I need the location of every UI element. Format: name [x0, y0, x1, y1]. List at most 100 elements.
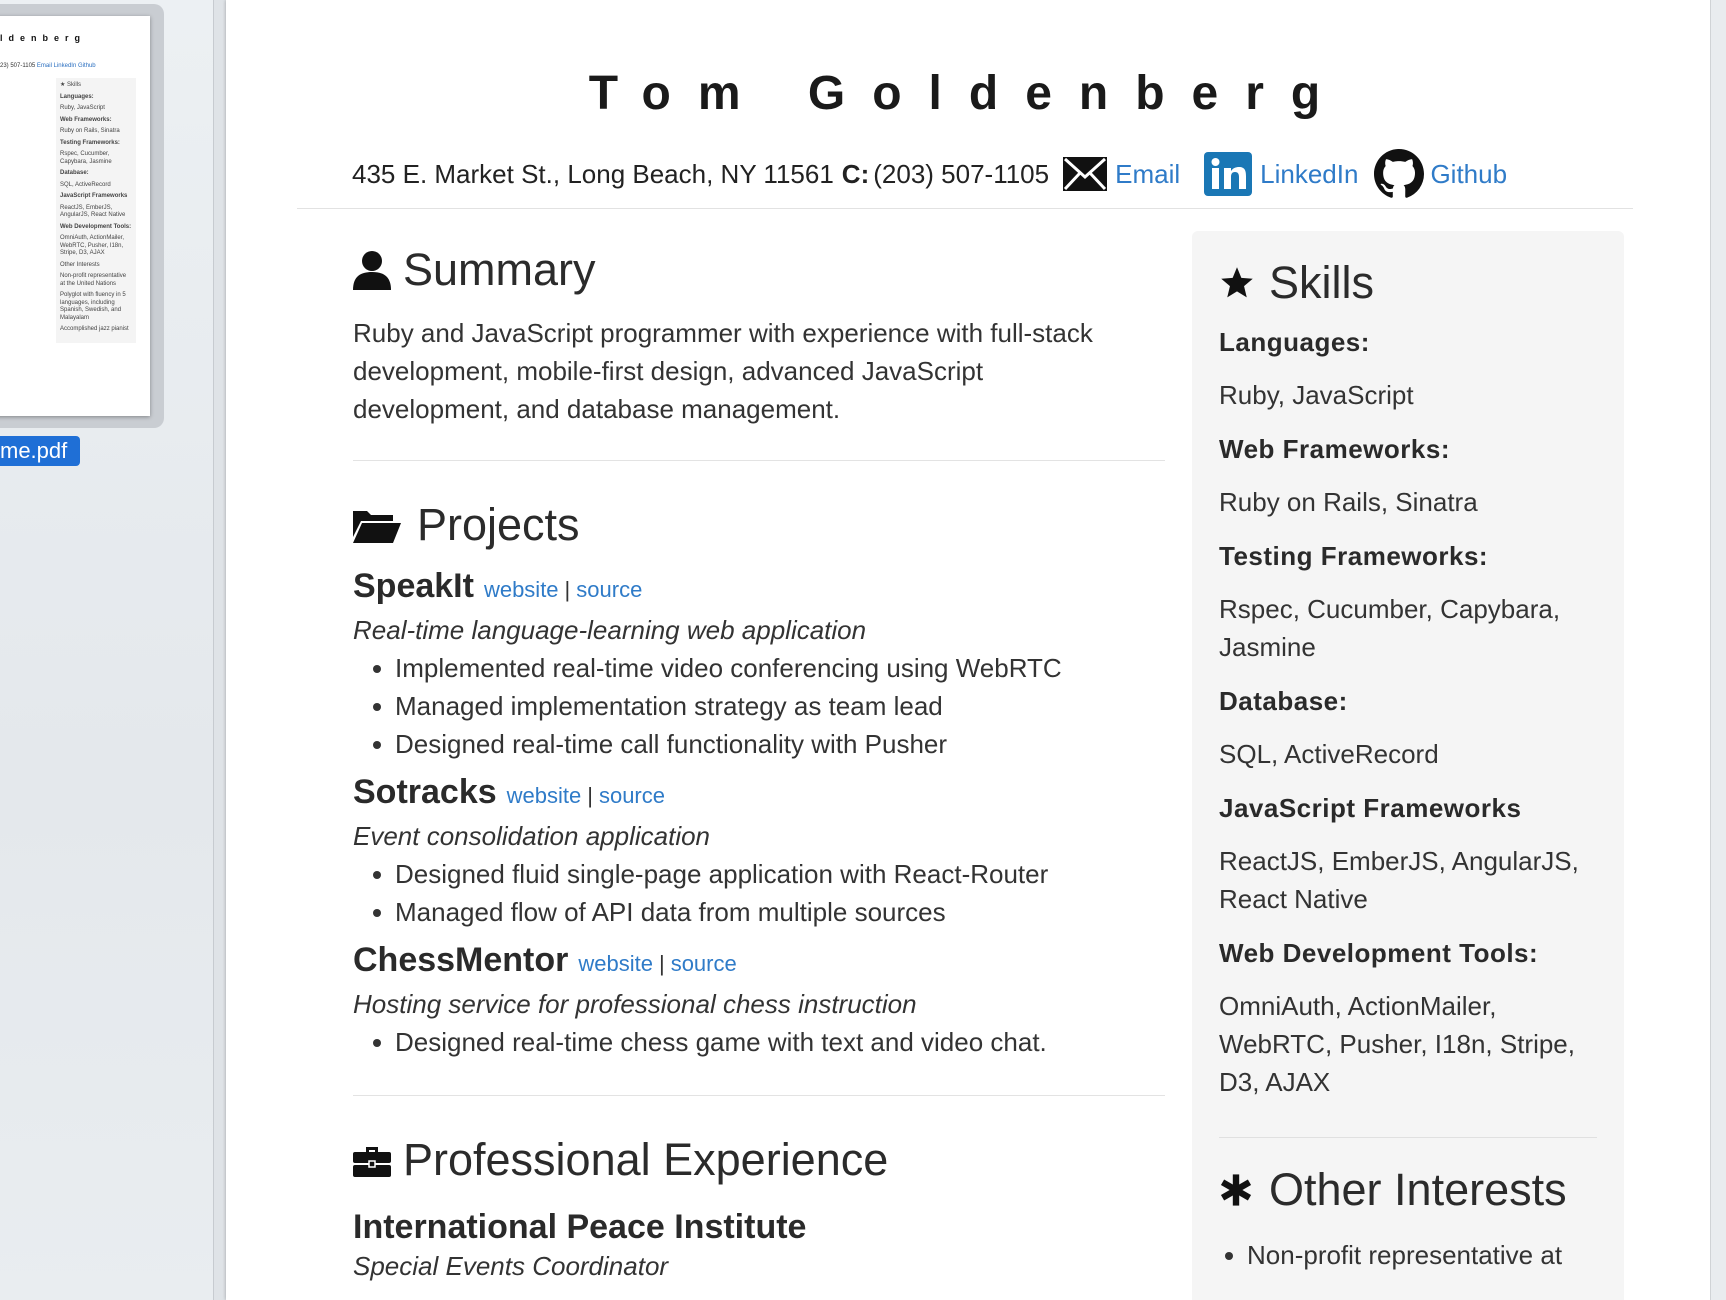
thumbnail-title: ldenberg — [0, 33, 87, 43]
thumbnail-skill-line: Testing Frameworks: — [60, 139, 120, 146]
thumbnail-skill-line: Languages: — [60, 93, 94, 100]
project-bullets: Implemented real-time video conferencing… — [367, 649, 1165, 763]
thumbnail-interest-line: Non-profit representative at the United … — [60, 273, 127, 287]
thumbnail-contact: 23) 507-1105 Email LinkedIn Github — [0, 63, 96, 69]
main-column: Summary Ruby and JavaScript programmer w… — [353, 240, 1165, 1282]
skill-value: Rspec, Cucumber, Capybara, Jasmine — [1219, 594, 1561, 662]
header-divider — [297, 208, 1633, 209]
thumbnail-link-email: Email — [36, 63, 52, 69]
page-thumbnail[interactable]: ldenberg 23) 507-1105 Email LinkedIn Git… — [0, 16, 150, 416]
project-title-row: Sotracks website | source — [353, 773, 1165, 817]
thumbnail-link-github: Github — [77, 63, 96, 69]
resume-name: Tom Goldenberg — [588, 67, 1348, 120]
project-title-row: SpeakIt website | source — [353, 567, 1165, 611]
github-icon — [1374, 149, 1425, 199]
project-description: Event consolidation application — [353, 821, 711, 851]
github-link[interactable]: Github — [1430, 159, 1507, 190]
project-description: Real-time language-learning web applicat… — [353, 615, 867, 645]
thumbnail-skill-line: Database: — [60, 170, 89, 176]
project-source-link[interactable]: source — [576, 577, 642, 603]
asterisk-icon — [1219, 1173, 1269, 1207]
link-separator: | — [564, 577, 571, 602]
thumbnail-skill-line: Rspec, Cucumber, Capybara, Jasmine — [60, 151, 112, 165]
thumbnail-skill-line: Ruby on Rails, Sinatra — [60, 128, 120, 134]
skill-value: SQL, ActiveRecord — [1219, 739, 1439, 769]
project-bullets: Designed real-time chess game with text … — [367, 1023, 1165, 1061]
briefcase-icon — [353, 1143, 403, 1177]
projects-heading-text: Projects — [417, 499, 580, 550]
list-item: Designed fluid single-page application w… — [367, 855, 1165, 893]
thumbnail-sidebar: ldenberg 23) 507-1105 Email LinkedIn Git… — [0, 0, 214, 1300]
skill-value: OmniAuth, ActionMailer, WebRTC, Pusher, … — [1219, 991, 1575, 1097]
thumbnail-link-linkedin: LinkedIn — [53, 63, 77, 69]
list-item: Non-profit representative at — [1219, 1236, 1597, 1274]
skill-label: Web Frameworks: — [1219, 434, 1450, 464]
project-source-link[interactable]: source — [671, 951, 737, 977]
skill-value: Ruby, JavaScript — [1219, 380, 1414, 410]
project-website-link[interactable]: website — [507, 783, 582, 809]
project-name: Sotracks — [353, 773, 497, 811]
email-link[interactable]: Email — [1115, 159, 1180, 190]
interests-heading-text: Other Interests — [1269, 1164, 1567, 1215]
user-icon — [353, 250, 403, 290]
skills-sidebar: Skills Languages: Ruby, JavaScript Web F… — [1192, 231, 1624, 1300]
interests-list: Non-profit representative at — [1219, 1236, 1597, 1274]
link-separator: | — [587, 783, 593, 808]
folder-open-icon — [353, 507, 417, 543]
project-title-row: ChessMentor website | source — [353, 941, 1165, 985]
contact-line: 435 E. Market St., Long Beach, NY 11561 … — [352, 149, 1507, 198]
thumbnail-skill-line: Web Frameworks: — [60, 116, 112, 123]
thumbnail-skill-line: ReactJS, EmberJS, AngularJS, React Nativ… — [60, 204, 126, 219]
job-employer: International Peace Institute — [353, 1208, 807, 1246]
phone-number: (203) 507-1105 — [873, 158, 1050, 189]
thumbnail-skill-line: Web Development Tools: — [60, 223, 132, 230]
scrollbar-track[interactable] — [1710, 0, 1726, 1300]
summary-text: Ruby and JavaScript programmer with expe… — [353, 318, 1093, 424]
address: 435 E. Market St., Long Beach, NY 11561 — [352, 158, 834, 189]
projects-heading: Projects — [353, 495, 1165, 555]
thumbnail-skill-line: SQL, ActiveRecord — [60, 181, 111, 188]
skill-label: Database: — [1219, 686, 1348, 716]
list-item: Implemented real-time video conferencing… — [367, 649, 1165, 687]
skill-label: Testing Frameworks: — [1219, 541, 1489, 571]
summary-heading-text: Summary — [403, 244, 596, 295]
thumbnail-skill-line: JavaScript Frameworks — [60, 193, 128, 199]
job-role: Special Events Coordinator — [353, 1251, 669, 1281]
experience-heading-text: Professional Experience — [403, 1134, 889, 1185]
skills-heading: Skills — [1219, 253, 1597, 313]
project-website-link[interactable]: website — [484, 577, 559, 603]
project-name: ChessMentor — [353, 941, 569, 979]
project-name: SpeakIt — [353, 567, 474, 605]
linkedin-icon — [1204, 152, 1253, 196]
project-description: Hosting service for professional chess i… — [353, 989, 917, 1019]
linkedin-link[interactable]: LinkedIn — [1260, 159, 1358, 190]
skill-label: Web Development Tools: — [1219, 938, 1539, 968]
thumbnail-interest-line: Accomplished jazz pianist — [60, 326, 129, 332]
project-source-link[interactable]: source — [599, 783, 665, 809]
envelope-icon — [1063, 157, 1108, 191]
selected-filename-label[interactable]: me.pdf — [0, 436, 80, 466]
thumbnail-skill-line: Ruby, JavaScript — [60, 105, 105, 111]
link-separator: | — [658, 951, 665, 976]
skill-label: Languages: — [1219, 327, 1370, 357]
skill-label: JavaScript Frameworks — [1219, 793, 1522, 823]
section-divider — [353, 1095, 1165, 1096]
project-website-link[interactable]: website — [578, 951, 653, 977]
list-item: Designed real-time chess game with text … — [367, 1023, 1165, 1061]
list-item: Managed flow of API data from multiple s… — [367, 893, 1165, 931]
section-divider — [1219, 1137, 1597, 1138]
thumbnail-interests-heading: Other Interests — [60, 261, 100, 268]
skill-value: ReactJS, EmberJS, AngularJS, React Nativ… — [1219, 846, 1579, 914]
thumbnail-interest-line: Polyglot with fluency in 5 languages, in… — [60, 292, 126, 321]
phone-label: C: — [841, 158, 870, 189]
section-divider — [353, 460, 1165, 461]
interests-heading: Other Interests — [1219, 1160, 1597, 1220]
summary-heading: Summary — [353, 240, 1165, 300]
thumbnail-skill-line: OmniAuth, ActionMailer, WebRTC, Pusher, … — [60, 235, 125, 256]
thumbnail-skills-column: ★ Skills Languages: Ruby, JavaScript Web… — [56, 78, 136, 343]
star-icon — [1219, 265, 1269, 301]
skill-value: Ruby on Rails, Sinatra — [1219, 487, 1478, 517]
project-bullets: Designed fluid single-page application w… — [367, 855, 1165, 931]
thumbnail-phone: 23) 507-1105 — [0, 63, 36, 69]
experience-heading: Professional Experience — [353, 1130, 1165, 1190]
